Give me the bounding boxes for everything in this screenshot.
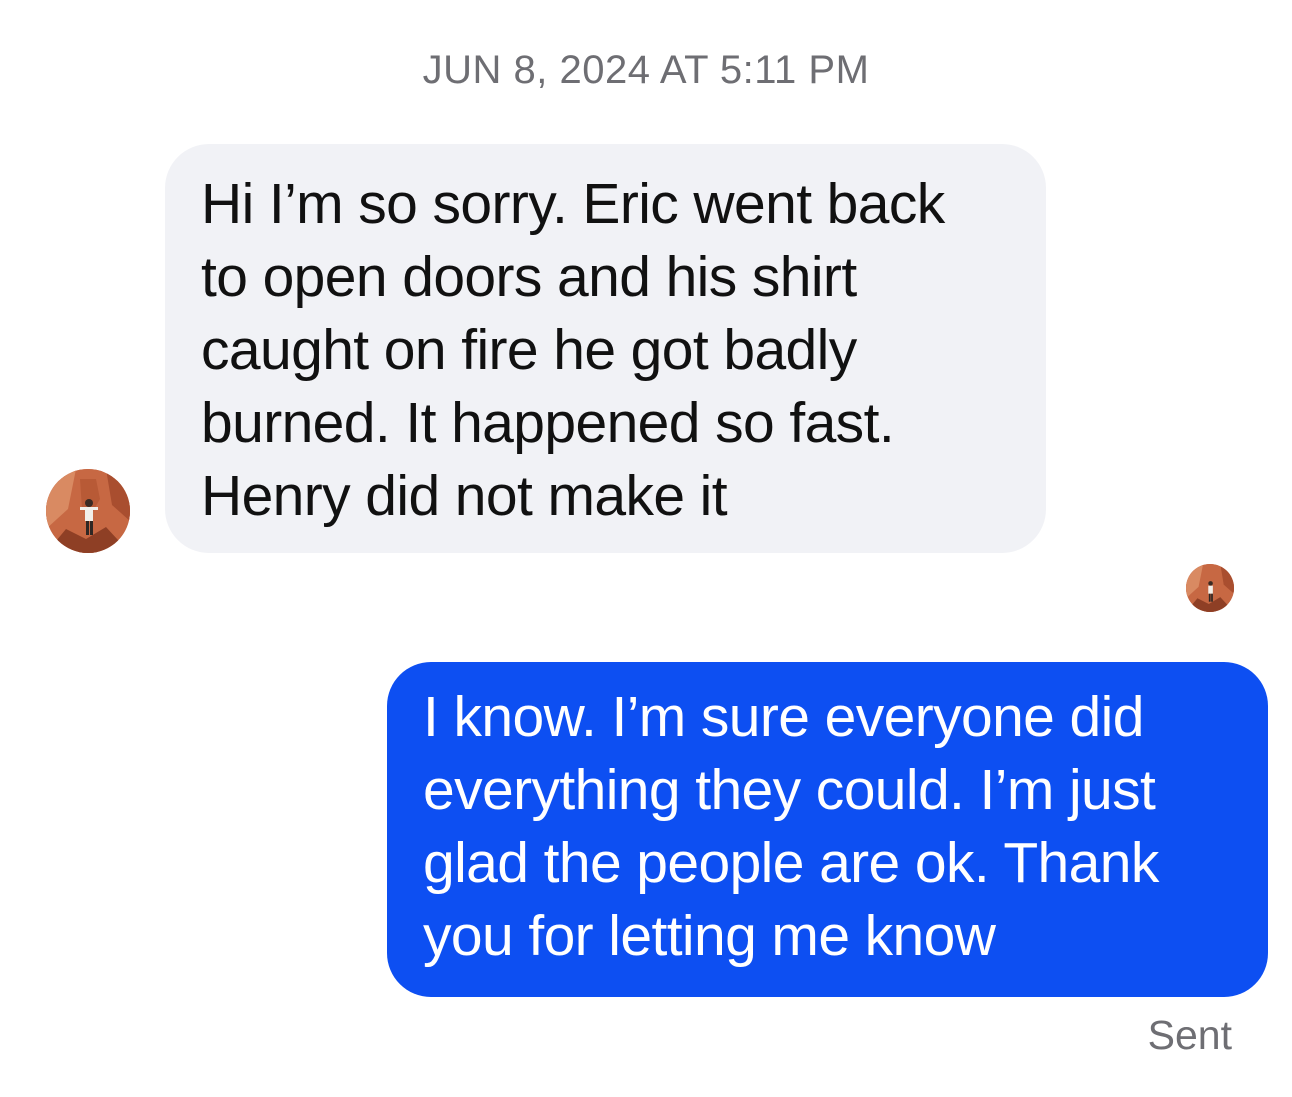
sent-message-bubble[interactable]: I know. I’m sure everyone did everything…: [387, 662, 1268, 997]
message-text-line: Henry did not make it: [201, 464, 728, 528]
read-receipt-avatar-icon: [1186, 564, 1234, 612]
delivery-status: Sent: [1147, 1012, 1232, 1058]
message-text-line: burned. It happened so fast.: [201, 391, 895, 455]
message-text-line: Hi I’m so sorry. Eric went back: [201, 172, 945, 236]
message-timestamp: JUN 8, 2024 AT 5:11 PM: [422, 48, 870, 92]
message-text-line: to open doors and his shirt: [201, 245, 857, 309]
message-text-line: everything they could. I’m just: [423, 758, 1156, 822]
message-text-line: you for letting me know: [423, 904, 996, 968]
received-message-bubble[interactable]: Hi I’m so sorry. Eric went back to open …: [165, 144, 1046, 553]
contact-avatar[interactable]: [46, 469, 130, 553]
message-text-line: glad the people are ok. Thank: [423, 831, 1159, 895]
read-receipt-avatar: [1186, 564, 1234, 612]
contact-avatar-icon: [46, 469, 130, 553]
message-text-line: I know. I’m sure everyone did: [423, 685, 1144, 749]
message-text-line: caught on fire he got badly: [201, 318, 857, 382]
